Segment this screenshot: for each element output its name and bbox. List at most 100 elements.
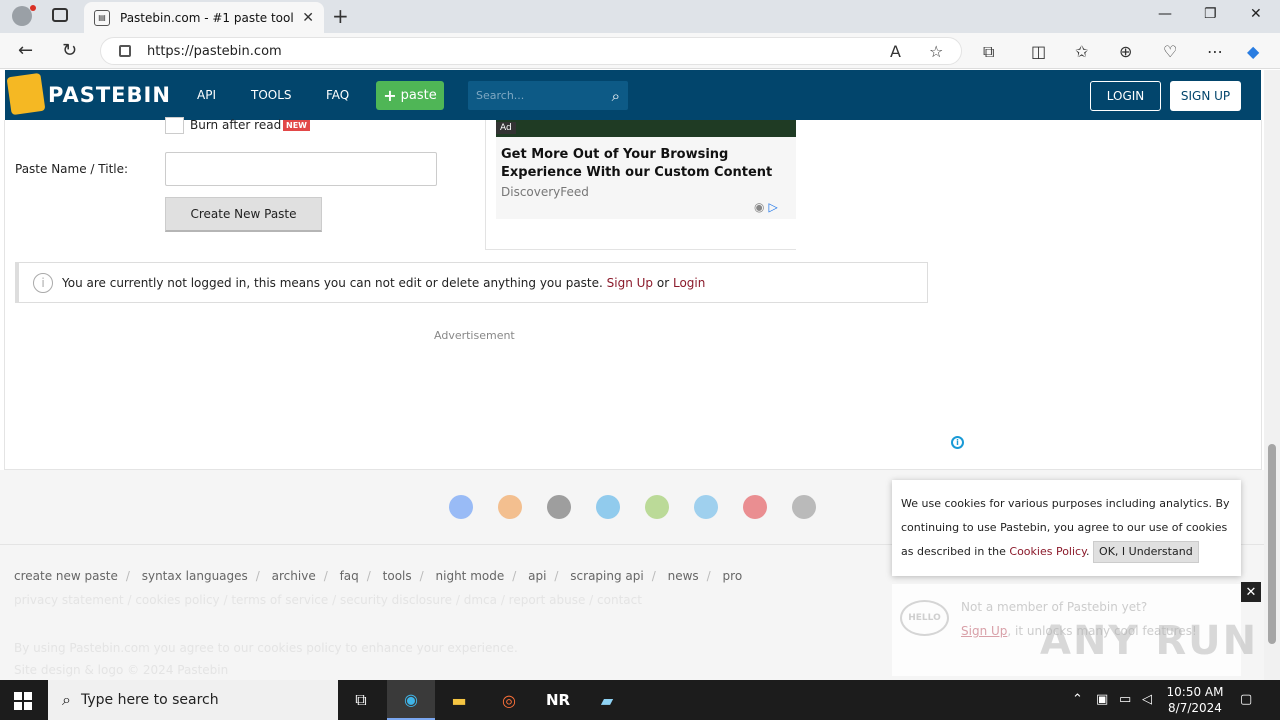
- close-window-button[interactable]: ✕: [1250, 6, 1262, 22]
- firefox-taskbar-icon[interactable]: ◎: [485, 680, 533, 720]
- ios-icon[interactable]: [547, 495, 571, 519]
- split-screen-icon[interactable]: ◫: [1031, 42, 1046, 61]
- task-view-icon[interactable]: ⧉: [337, 680, 385, 720]
- firefox-icon[interactable]: [498, 495, 522, 519]
- footer-links: create new paste / syntax languages / arch…: [14, 569, 743, 583]
- collections-icon[interactable]: ⊕: [1119, 42, 1132, 61]
- clock-time: 10:50 AM: [1166, 685, 1224, 699]
- nav-tools[interactable]: TOOLS: [251, 88, 292, 102]
- burn-after-read-label: Burn after read: [190, 118, 282, 132]
- search-icon[interactable]: ⌕: [612, 87, 620, 105]
- pastebin-favicon-icon: ▤: [94, 9, 110, 26]
- ad-source[interactable]: DiscoveryFeed: [501, 185, 589, 199]
- footer-link-archive[interactable]: archive: [272, 569, 316, 583]
- footer-link-news[interactable]: news: [668, 569, 699, 583]
- browser-tab-pastebin[interactable]: ▤ Pastebin.com - #1 paste tool sinc ✕: [84, 2, 324, 33]
- footer-link-syntax-languages[interactable]: syntax languages: [142, 569, 248, 583]
- search-placeholder: Search...: [476, 89, 525, 102]
- nav-faq[interactable]: FAQ: [326, 88, 349, 102]
- ad-tag: Ad: [496, 122, 516, 134]
- nav-api[interactable]: API: [197, 88, 216, 102]
- footer-link-faq[interactable]: faq: [340, 569, 359, 583]
- login-button[interactable]: LOGIN: [1090, 81, 1161, 111]
- maximize-button[interactable]: ❐: [1204, 6, 1217, 22]
- cookie-policy-link[interactable]: Cookies Policy: [1009, 545, 1086, 558]
- taskbar-search[interactable]: ⌕ Type here to search: [48, 680, 338, 720]
- footer-link-pro[interactable]: pro: [723, 569, 743, 583]
- read-aloud-icon[interactable]: A: [890, 42, 901, 61]
- new-paste-button[interactable]: + paste: [376, 81, 444, 110]
- notifications-icon[interactable]: ▢: [1240, 692, 1252, 707]
- burn-after-read-checkbox[interactable]: [165, 117, 184, 134]
- footer-link-scraping-api[interactable]: scraping api: [570, 569, 643, 583]
- copilot-icon[interactable]: ◆: [1247, 42, 1259, 61]
- signup-button[interactable]: SIGN UP: [1170, 81, 1241, 111]
- chrome-icon[interactable]: [449, 495, 473, 519]
- nr-app-icon[interactable]: NR: [534, 680, 582, 720]
- taskbar-search-placeholder: Type here to search: [80, 692, 219, 708]
- network-icon[interactable]: ▭: [1119, 692, 1131, 707]
- url-field[interactable]: https://pastebin.com: [100, 37, 962, 65]
- back-arrow-icon[interactable]: ←: [18, 40, 33, 61]
- member-signup-link[interactable]: Sign Up: [961, 624, 1007, 638]
- windows-icon[interactable]: [596, 495, 620, 519]
- ad-info-icon[interactable]: i: [951, 436, 964, 449]
- windows-start-icon[interactable]: [14, 692, 32, 710]
- opera-icon[interactable]: [743, 495, 767, 519]
- notepad-app-icon[interactable]: ▰: [583, 680, 631, 720]
- ad-headline[interactable]: Get More Out of Your Browsing Experience…: [501, 146, 791, 182]
- hello-bubble-icon: HELLO: [900, 600, 949, 636]
- linux-icon[interactable]: [792, 495, 816, 519]
- footer-link-report-abuse[interactable]: report abuse: [509, 593, 586, 607]
- member-popup-title: Not a member of Pastebin yet?: [961, 600, 1148, 614]
- tray-device-icon[interactable]: ▣: [1096, 692, 1108, 707]
- more-options-icon[interactable]: ⋯: [1207, 42, 1223, 61]
- notice-or: or: [656, 275, 670, 290]
- notice-signup-link[interactable]: Sign Up: [607, 276, 653, 290]
- footer-link-contact[interactable]: contact: [597, 593, 642, 607]
- refresh-icon[interactable]: ↻: [62, 40, 77, 61]
- file-explorer-icon[interactable]: ▬: [435, 680, 483, 720]
- mac-icon[interactable]: [694, 495, 718, 519]
- footer-cookie-link[interactable]: cookies policy: [257, 641, 341, 655]
- footer-link-cookies-policy[interactable]: cookies policy: [135, 593, 219, 607]
- close-popup-icon[interactable]: ✕: [1241, 582, 1261, 602]
- footer-link-security[interactable]: security disclosure: [340, 593, 452, 607]
- ad-choices[interactable]: ◉ ▷: [754, 200, 778, 214]
- footer-link-create-new-paste[interactable]: create new paste: [14, 569, 118, 583]
- footer-cookie-post: to enhance your experience.: [345, 641, 518, 655]
- close-tab-icon[interactable]: ✕: [302, 10, 314, 26]
- footer-link-privacy[interactable]: privacy statement: [14, 593, 124, 607]
- favorites-icon[interactable]: ✩: [1075, 42, 1088, 61]
- tray-chevron-icon[interactable]: ⌃: [1072, 692, 1083, 707]
- footer-link-dmca[interactable]: dmca: [464, 593, 497, 607]
- page-scrollbar[interactable]: [1264, 70, 1280, 680]
- footer-copyright: Site design & logo © 2024 Pastebin: [14, 663, 229, 677]
- ad-image[interactable]: [496, 120, 796, 137]
- notice-login-link[interactable]: Login: [673, 276, 705, 290]
- search-input[interactable]: Search... ⌕: [468, 81, 628, 110]
- create-new-paste-button[interactable]: Create New Paste: [165, 197, 322, 232]
- taskbar-clock[interactable]: 10:50 AM 8/7/2024: [1160, 684, 1230, 716]
- scrollbar-thumb[interactable]: [1268, 444, 1276, 644]
- logo-text[interactable]: PASTEBIN: [48, 83, 171, 107]
- minimize-button[interactable]: —: [1158, 6, 1172, 22]
- footer-link-terms[interactable]: terms of service: [231, 593, 328, 607]
- footer-link-api[interactable]: api: [528, 569, 546, 583]
- volume-icon[interactable]: ◁: [1142, 692, 1152, 707]
- edge-taskbar-icon[interactable]: ◉: [387, 680, 435, 720]
- tab-actions-icon[interactable]: [52, 8, 68, 22]
- pastebin-logo-icon[interactable]: [6, 72, 46, 116]
- profile-icon[interactable]: [12, 6, 32, 26]
- footer-link-night-mode[interactable]: night mode: [436, 569, 505, 583]
- android-icon[interactable]: [645, 495, 669, 519]
- extensions-icon[interactable]: ⧉: [983, 42, 994, 62]
- footer-link-tools[interactable]: tools: [383, 569, 412, 583]
- new-tab-button[interactable]: +: [332, 4, 349, 28]
- windows-taskbar: ⌕ Type here to search ⧉ ◉ ▬ ◎ NR ▰ ⌃ ▣ ▭…: [0, 680, 1280, 720]
- paste-name-label: Paste Name / Title:: [15, 162, 129, 176]
- browser-essentials-icon[interactable]: ♡: [1163, 42, 1177, 61]
- paste-name-input[interactable]: [165, 152, 437, 186]
- favorite-star-icon[interactable]: ☆: [929, 42, 943, 61]
- cookie-ok-button[interactable]: OK, I Understand: [1093, 541, 1199, 563]
